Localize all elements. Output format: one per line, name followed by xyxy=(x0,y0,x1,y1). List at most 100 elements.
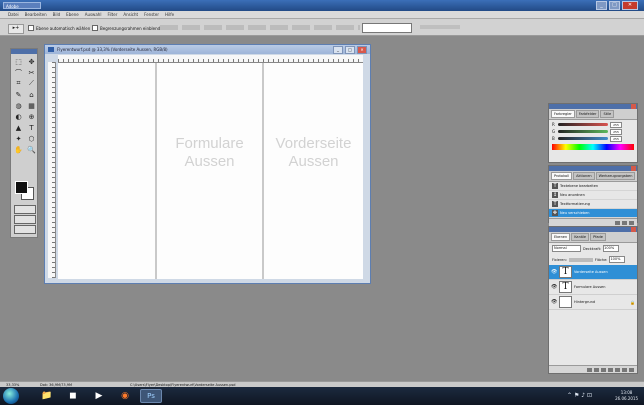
layers-panel-header[interactable] xyxy=(549,227,637,232)
channel-value[interactable]: 255 xyxy=(610,128,622,135)
tab-tool-presets[interactable]: Werkzeugvorgaben xyxy=(595,172,636,180)
tab-layers[interactable]: Ebenen xyxy=(551,233,571,241)
tool-button[interactable]: ◐ xyxy=(13,112,24,121)
start-button[interactable] xyxy=(3,388,19,404)
doc-minimize-button[interactable]: _ xyxy=(333,46,343,54)
tab-styles[interactable]: Stile xyxy=(600,110,615,118)
tool-button[interactable]: ▦ xyxy=(26,101,37,110)
color-spectrum-bar[interactable] xyxy=(552,144,634,150)
tool-button[interactable]: ▲ xyxy=(13,123,24,132)
minimize-button[interactable]: _ xyxy=(596,1,607,10)
link-icon[interactable] xyxy=(587,367,592,372)
new-document-icon[interactable] xyxy=(622,220,627,225)
menu-window[interactable]: Fenster xyxy=(144,12,159,17)
tool-button[interactable]: ✎ xyxy=(13,90,24,99)
close-icon[interactable] xyxy=(631,227,636,232)
channel-slider-b[interactable] xyxy=(558,137,608,140)
folder-icon[interactable] xyxy=(615,367,620,372)
vertical-ruler[interactable] xyxy=(48,62,56,278)
history-item[interactable]: ↕ Neu anordnen xyxy=(549,191,637,200)
layer-name[interactable]: Hintergrund xyxy=(574,300,595,304)
menu-image[interactable]: Bild xyxy=(53,12,61,17)
doc-close-button[interactable]: ✕ xyxy=(357,46,367,54)
tab-channels[interactable]: Kanäle xyxy=(571,233,590,241)
firefox-icon[interactable]: ◉ xyxy=(114,389,136,403)
workspace-field[interactable] xyxy=(362,23,412,33)
close-icon[interactable] xyxy=(631,166,636,171)
tool-button[interactable]: ⊕ xyxy=(26,112,37,121)
show-bounds-option[interactable]: Begrenzungsrahmen einblenden xyxy=(92,25,165,31)
screen-mode-button[interactable] xyxy=(14,215,36,224)
tab-swatches[interactable]: Farbfelder xyxy=(575,110,600,118)
layer-row[interactable]: 👁 T Vorderseite Aussen xyxy=(549,265,637,280)
tool-button[interactable]: ⌒ xyxy=(13,68,24,77)
layer-name[interactable]: Formulare Aussen xyxy=(574,285,605,289)
channel-slider-r[interactable] xyxy=(558,123,608,126)
fold-guide-left[interactable] xyxy=(155,63,157,279)
channel-value[interactable]: 255 xyxy=(610,135,622,142)
imageready-button[interactable] xyxy=(14,225,36,234)
opacity-field[interactable]: 100% xyxy=(603,245,620,252)
tab-actions[interactable]: Aktionen xyxy=(573,172,595,180)
close-icon[interactable] xyxy=(631,104,636,109)
tool-button[interactable]: ⟋ xyxy=(26,79,37,88)
explorer-icon[interactable]: 📁 xyxy=(36,389,58,403)
panel-text-formulare[interactable]: Formulare Aussen xyxy=(162,135,257,171)
menu-edit[interactable]: Bearbeiten xyxy=(25,12,47,17)
foreground-color-swatch[interactable] xyxy=(15,181,28,194)
history-item[interactable]: T Textformatierung xyxy=(549,200,637,209)
history-item[interactable]: T Textebene bearbeiten xyxy=(549,182,637,191)
history-panel-header[interactable] xyxy=(549,166,637,171)
eye-icon[interactable]: 👁 xyxy=(551,299,557,305)
show-bounds-checkbox[interactable] xyxy=(92,25,98,31)
tool-button[interactable]: ⌂ xyxy=(26,90,37,99)
tool-button[interactable]: ✂ xyxy=(26,68,37,77)
doc-maximize-button[interactable]: □ xyxy=(345,46,355,54)
app-icon[interactable]: ◼ xyxy=(62,389,84,403)
layer-row[interactable]: 👁 Hintergrund 🔒 xyxy=(549,295,637,310)
new-snapshot-icon[interactable] xyxy=(615,220,620,225)
menu-select[interactable]: Auswahl xyxy=(85,12,102,17)
maximize-button[interactable]: □ xyxy=(609,1,620,10)
tab-history[interactable]: Protokoll xyxy=(551,172,573,180)
fold-guide-right[interactable] xyxy=(262,63,264,279)
blend-mode-select[interactable]: Normal xyxy=(552,245,581,252)
layer-name[interactable]: Vorderseite Aussen xyxy=(574,270,608,274)
tool-button[interactable]: ✥ xyxy=(26,57,37,66)
palette-well[interactable] xyxy=(420,25,460,29)
tab-color[interactable]: Farbregler xyxy=(551,110,575,118)
photoshop-taskbar-icon[interactable]: Ps xyxy=(140,389,162,403)
media-player-icon[interactable]: ▶ xyxy=(88,389,110,403)
tool-button[interactable]: ✦ xyxy=(13,134,24,143)
lock-buttons[interactable] xyxy=(568,257,593,262)
mask-icon[interactable] xyxy=(601,367,606,372)
eye-icon[interactable]: 👁 xyxy=(551,269,557,275)
channel-slider-g[interactable] xyxy=(558,130,608,133)
taskbar-clock[interactable]: 13:08 26.06.2015 xyxy=(615,390,638,402)
document-canvas[interactable]: Formulare Aussen Vorderseite Aussen xyxy=(58,63,363,279)
eye-icon[interactable]: 👁 xyxy=(551,284,557,290)
channel-value[interactable]: 255 xyxy=(610,121,622,128)
tool-button[interactable]: T xyxy=(26,123,37,132)
menu-help[interactable]: Hilfe xyxy=(165,12,174,17)
move-tool-preset[interactable]: ▸+ xyxy=(8,24,24,34)
tool-button[interactable]: ✋ xyxy=(13,145,24,154)
document-title-bar[interactable]: Flyerentwurf.psd @ 33,3% (Vorderseite Au… xyxy=(45,45,370,54)
tab-paths[interactable]: Pfade xyxy=(590,233,606,241)
auto-select-option[interactable]: Ebene automatisch wählen xyxy=(28,25,90,31)
horizontal-ruler[interactable] xyxy=(58,55,363,63)
tool-button[interactable]: 🔍 xyxy=(26,145,37,154)
new-layer-icon[interactable] xyxy=(622,367,627,372)
align-buttons[interactable] xyxy=(160,25,360,30)
menu-view[interactable]: Ansicht xyxy=(123,12,138,17)
color-panel-header[interactable] xyxy=(549,104,637,109)
menu-file[interactable]: Datei xyxy=(8,12,19,17)
panel-text-vorderseite[interactable]: Vorderseite Aussen xyxy=(266,135,361,171)
fill-field[interactable]: 100% xyxy=(609,256,626,263)
trash-icon[interactable] xyxy=(629,220,634,225)
menu-filter[interactable]: Filter xyxy=(107,12,117,17)
menu-layer[interactable]: Ebene xyxy=(66,12,79,17)
layer-style-icon[interactable] xyxy=(594,367,599,372)
adjustment-icon[interactable] xyxy=(608,367,613,372)
system-tray[interactable]: ⌃ ⚑ ♪ ⊡ xyxy=(567,392,592,399)
